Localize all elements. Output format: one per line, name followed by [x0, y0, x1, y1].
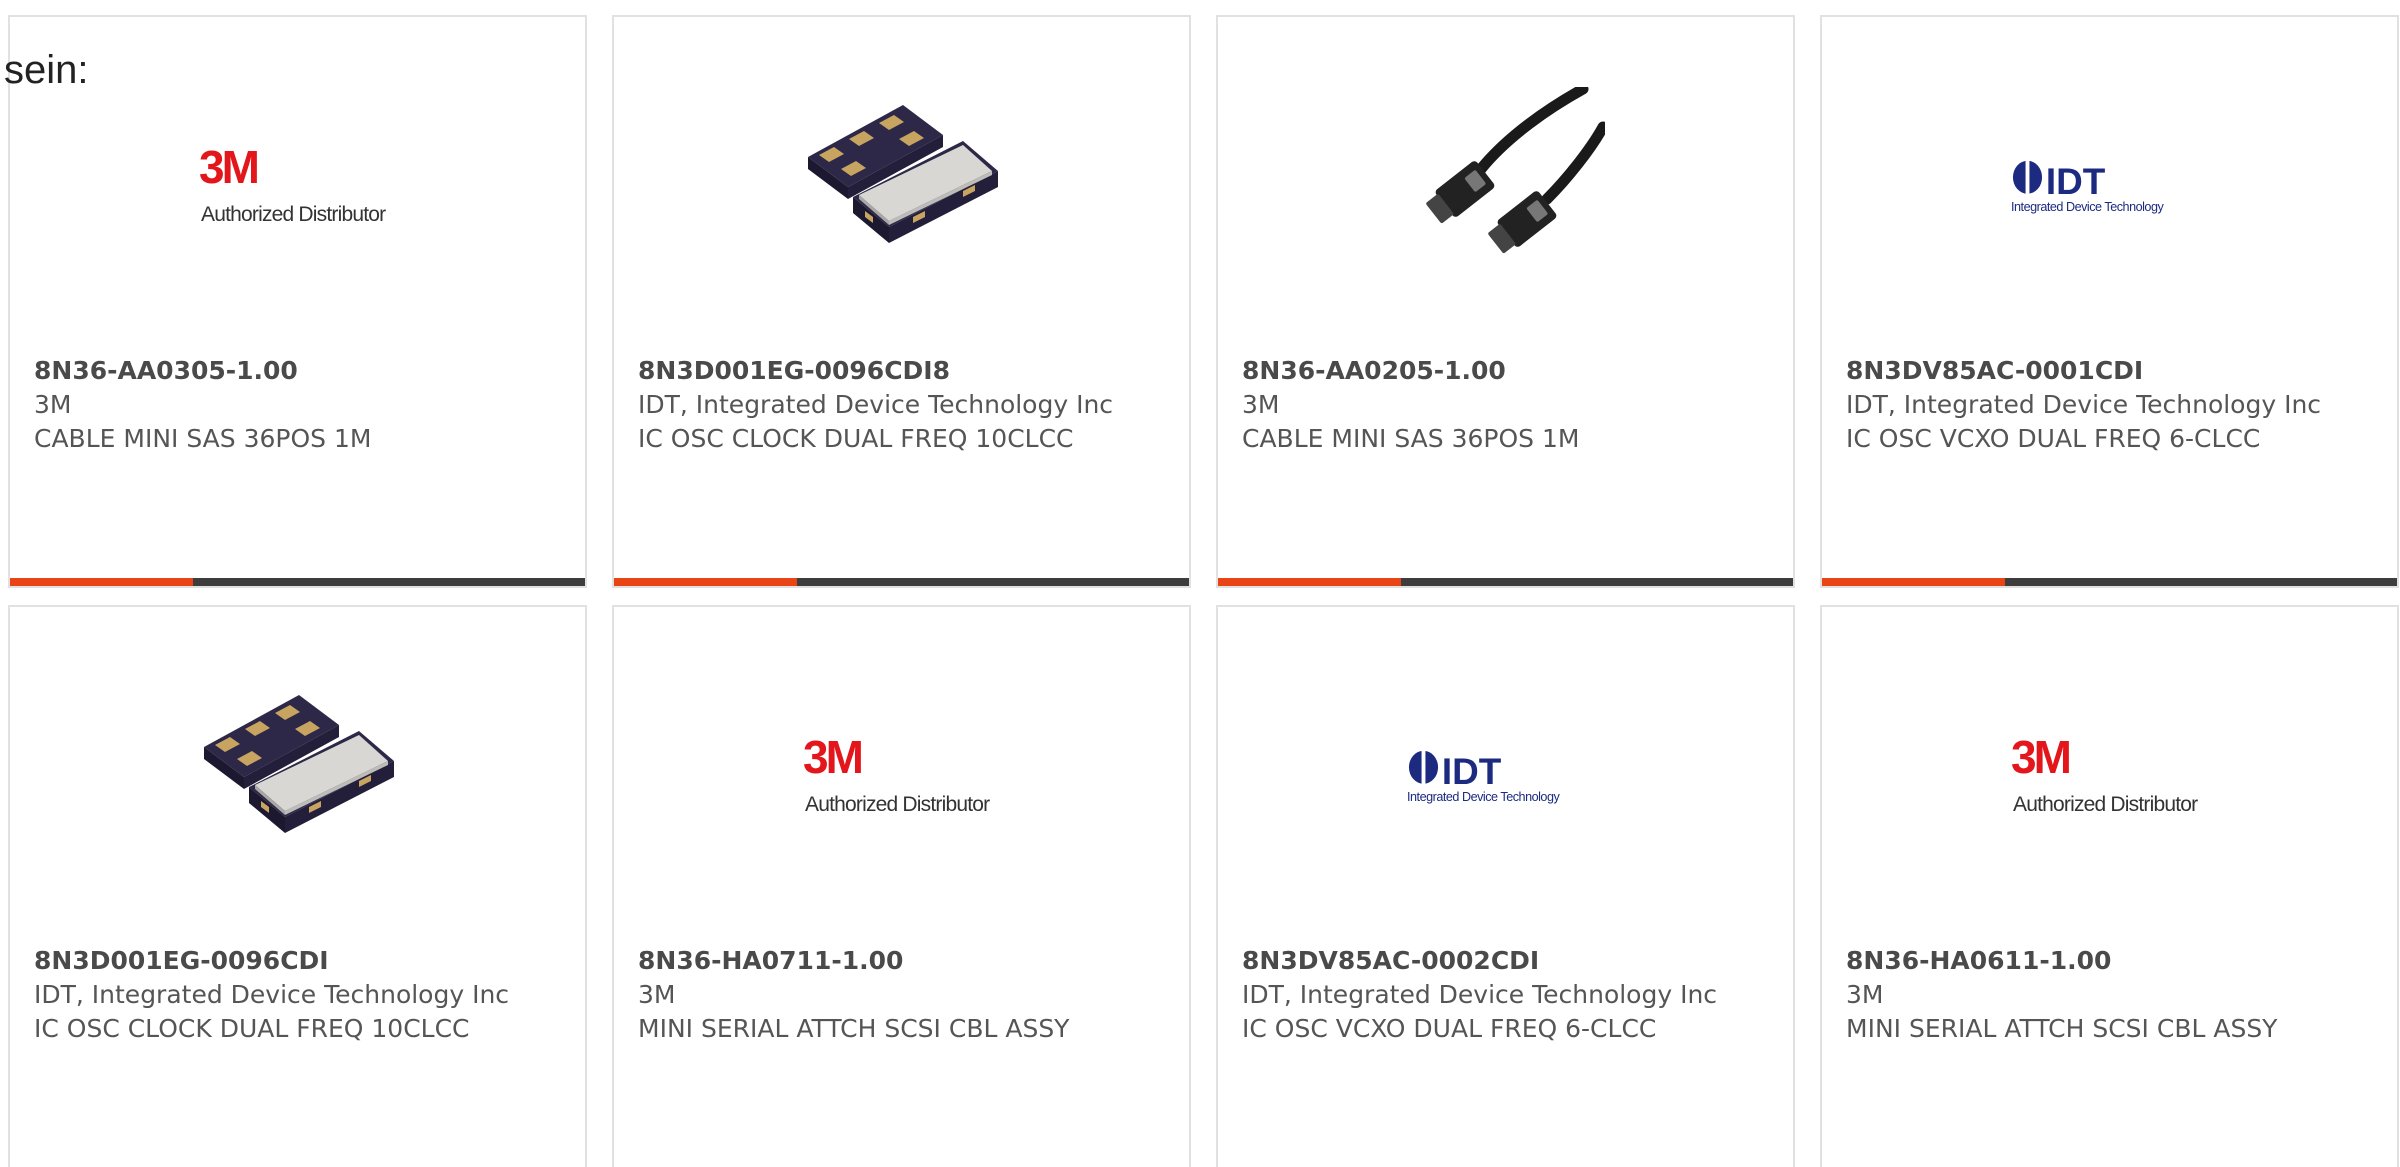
product-card[interactable]: 3M Authorized Distributor 8N36-HA0611-1.… [1820, 605, 2399, 1167]
part-number[interactable]: 8N36-AA0305-1.00 [34, 354, 554, 388]
3m-logo-icon: 3M Authorized Distributor [2011, 731, 2199, 816]
mini-sas-cable-icon [1426, 87, 1605, 254]
accent-bar [10, 578, 585, 586]
logo-brand: IDT [1442, 751, 1502, 792]
product-card[interactable]: IDT Integrated Device Technology 8N3DV85… [1820, 15, 2399, 588]
product-card[interactable]: 8N3D001EG-0096CDI IDT, Integrated Device… [8, 605, 587, 1167]
logo-brand: 3M [803, 731, 862, 783]
product-card[interactable]: 8N36-AA0205-1.00 3M CABLE MINI SAS 36POS… [1216, 15, 1795, 588]
part-number[interactable]: 8N3D001EG-0096CDI8 [638, 354, 1158, 388]
product-card[interactable]: 3M Authorized Distributor 8N36-AA0305-1.… [8, 15, 587, 588]
oscillator-chip-image [199, 677, 397, 875]
accent-bar [1822, 578, 2397, 586]
logo-tagline: Authorized Distributor [201, 203, 386, 226]
product-info: 8N36-HA0611-1.00 3M MINI SERIAL ATTCH SC… [1846, 944, 2366, 1046]
oscillator-chip-icon [204, 695, 394, 833]
3m-logo-image: 3M Authorized Distributor [199, 87, 397, 285]
idt-logo-image: IDT Integrated Device Technology [1407, 677, 1605, 875]
idt-logo-image: IDT Integrated Device Technology [2011, 87, 2209, 285]
product-info: 8N36-AA0305-1.00 3M CABLE MINI SAS 36POS… [34, 354, 554, 456]
accent-bar-fill [614, 578, 797, 586]
accent-bar-fill [1822, 578, 2005, 586]
logo-brand: 3M [199, 141, 258, 193]
description: CABLE MINI SAS 36POS 1M [34, 424, 372, 453]
idt-logo-icon: IDT Integrated Device Technology [2011, 159, 2165, 214]
description: IC OSC CLOCK DUAL FREQ 10CLCC [638, 424, 1074, 453]
accent-bar [1218, 578, 1793, 586]
logo-tagline: Authorized Distributor [805, 793, 990, 816]
accent-bar-fill [1218, 578, 1401, 586]
3m-logo-icon: 3M Authorized Distributor [803, 731, 991, 816]
description: CABLE MINI SAS 36POS 1M [1242, 424, 1580, 453]
idt-logo-icon: IDT Integrated Device Technology [1407, 749, 1561, 804]
description: MINI SERIAL ATTCH SCSI CBL ASSY [638, 1014, 1070, 1043]
manufacturer: IDT, Integrated Device Technology Inc [1846, 390, 2322, 419]
logo-tagline: Integrated Device Technology [1407, 790, 1560, 804]
description: IC OSC CLOCK DUAL FREQ 10CLCC [34, 1014, 470, 1043]
manufacturer: 3M [34, 390, 72, 419]
manufacturer: IDT, Integrated Device Technology Inc [1242, 980, 1718, 1009]
product-card[interactable]: 3M Authorized Distributor 8N36-HA0711-1.… [612, 605, 1191, 1167]
part-number[interactable]: 8N3DV85AC-0001CDI [1846, 354, 2366, 388]
part-number[interactable]: 8N3D001EG-0096CDI [34, 944, 554, 978]
accent-bar [614, 578, 1189, 586]
3m-logo-image: 3M Authorized Distributor [803, 677, 1001, 875]
manufacturer: 3M [1846, 980, 1884, 1009]
description: MINI SERIAL ATTCH SCSI CBL ASSY [1846, 1014, 2278, 1043]
product-info: 8N3DV85AC-0001CDI IDT, Integrated Device… [1846, 354, 2366, 456]
product-info: 8N3DV85AC-0002CDI IDT, Integrated Device… [1242, 944, 1762, 1046]
product-info: 8N36-HA0711-1.00 3M MINI SERIAL ATTCH SC… [638, 944, 1158, 1046]
product-card[interactable]: 8N3D001EG-0096CDI8 IDT, Integrated Devic… [612, 15, 1191, 588]
intro-text: sein: [4, 48, 89, 92]
part-number[interactable]: 8N36-AA0205-1.00 [1242, 354, 1762, 388]
logo-tagline: Authorized Distributor [2013, 793, 2198, 816]
product-grid: 3M Authorized Distributor 8N36-AA0305-1.… [8, 15, 2399, 1167]
logo-brand: 3M [2011, 731, 2070, 783]
product-info: 8N36-AA0205-1.00 3M CABLE MINI SAS 36POS… [1242, 354, 1762, 456]
logo-tagline: Integrated Device Technology [2011, 200, 2164, 214]
mini-sas-cable-image [1407, 87, 1605, 285]
description: IC OSC VCXO DUAL FREQ 6-CLCC [1846, 424, 2261, 453]
manufacturer: 3M [1242, 390, 1280, 419]
oscillator-chip-image [803, 87, 1001, 285]
part-number[interactable]: 8N36-HA0711-1.00 [638, 944, 1158, 978]
description: IC OSC VCXO DUAL FREQ 6-CLCC [1242, 1014, 1657, 1043]
accent-bar-fill [10, 578, 193, 586]
3m-logo-image: 3M Authorized Distributor [2011, 677, 2209, 875]
manufacturer: IDT, Integrated Device Technology Inc [638, 390, 1114, 419]
product-card[interactable]: IDT Integrated Device Technology 8N3DV85… [1216, 605, 1795, 1167]
logo-brand: IDT [2046, 161, 2106, 202]
oscillator-chip-icon [808, 105, 998, 243]
manufacturer: 3M [638, 980, 676, 1009]
manufacturer: IDT, Integrated Device Technology Inc [34, 980, 510, 1009]
part-number[interactable]: 8N36-HA0611-1.00 [1846, 944, 2366, 978]
3m-logo-icon: 3M Authorized Distributor [199, 141, 387, 226]
part-number[interactable]: 8N3DV85AC-0002CDI [1242, 944, 1762, 978]
product-info: 8N3D001EG-0096CDI8 IDT, Integrated Devic… [638, 354, 1158, 456]
product-info: 8N3D001EG-0096CDI IDT, Integrated Device… [34, 944, 554, 1046]
